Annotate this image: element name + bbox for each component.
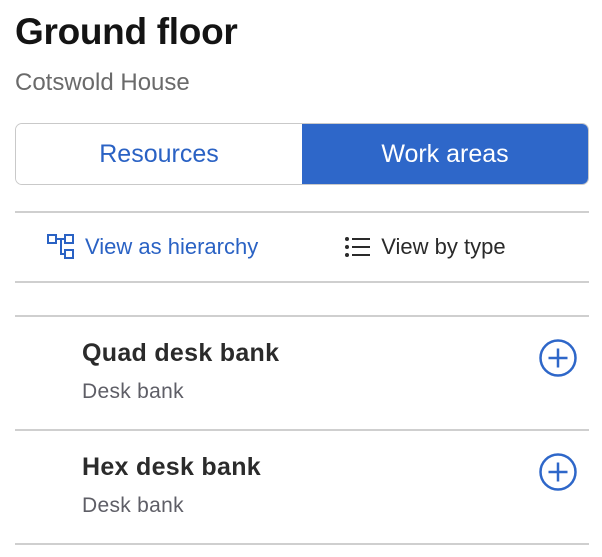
divider — [15, 543, 589, 545]
tab-work-areas[interactable]: Work areas — [302, 124, 588, 184]
item-type: Desk bank — [82, 494, 184, 517]
page-title: Ground floor — [15, 11, 238, 52]
page-header: Ground floor Cotswold House — [15, 10, 238, 98]
plus-circle-icon[interactable] — [538, 452, 578, 492]
list-item-quad-desk-bank[interactable]: Quad desk bank Desk bank — [15, 317, 589, 429]
tab-resources[interactable]: Resources — [16, 124, 302, 184]
divider — [15, 281, 589, 283]
list-icon — [345, 237, 371, 257]
view-options-bar: View as hierarchy View by type — [15, 213, 589, 281]
list-item-hex-desk-bank[interactable]: Hex desk bank Desk bank — [15, 431, 589, 543]
hierarchy-icon — [47, 234, 74, 259]
plus-circle-icon[interactable] — [538, 338, 578, 378]
view-as-hierarchy-button[interactable]: View as hierarchy — [46, 233, 258, 261]
item-name: Hex desk bank — [82, 453, 261, 481]
view-as-hierarchy-label: View as hierarchy — [85, 234, 259, 259]
view-by-type-button[interactable]: View by type — [344, 234, 506, 260]
view-by-type-label: View by type — [381, 234, 506, 259]
page-subtitle: Cotswold House — [15, 69, 190, 96]
item-type: Desk bank — [82, 380, 184, 403]
tab-switcher: Resources Work areas — [15, 123, 589, 185]
item-name: Quad desk bank — [82, 339, 280, 367]
